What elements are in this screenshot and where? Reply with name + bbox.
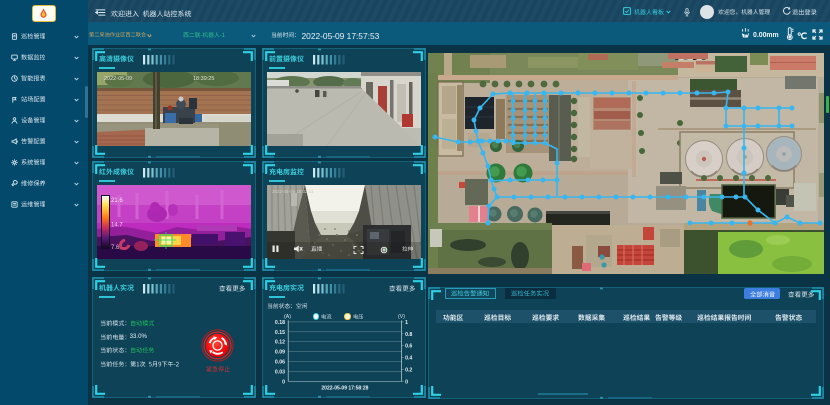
svg-text:0.06: 0.06	[275, 360, 285, 366]
svg-text:14.7: 14.7	[111, 223, 123, 229]
svg-text:2022-05-09: 2022-05-09	[104, 76, 132, 82]
svg-text:0: 0	[405, 379, 408, 385]
svg-text:0.12: 0.12	[275, 340, 285, 346]
svg-text:0.8: 0.8	[405, 332, 412, 338]
svg-text:0.15: 0.15	[275, 330, 285, 336]
svg-text:18:39:25: 18:39:25	[193, 76, 214, 82]
svg-text:1: 1	[405, 320, 408, 326]
svg-text:0.18: 0.18	[275, 320, 285, 326]
svg-text:0.03: 0.03	[275, 370, 285, 376]
svg-text:21.6: 21.6	[111, 198, 123, 204]
svg-text:0.4: 0.4	[405, 356, 412, 362]
svg-text:2022-05-09 17:58:28: 2022-05-09 17:58:28	[321, 386, 368, 392]
svg-text:2022-05-09 18:02:11: 2022-05-09 18:02:11	[272, 189, 314, 194]
svg-text:0.09: 0.09	[275, 350, 285, 356]
svg-text:0.6: 0.6	[405, 344, 412, 350]
svg-text:0: 0	[282, 379, 285, 385]
svg-text:0.2: 0.2	[405, 368, 412, 374]
svg-text:7.6: 7.6	[111, 245, 120, 251]
